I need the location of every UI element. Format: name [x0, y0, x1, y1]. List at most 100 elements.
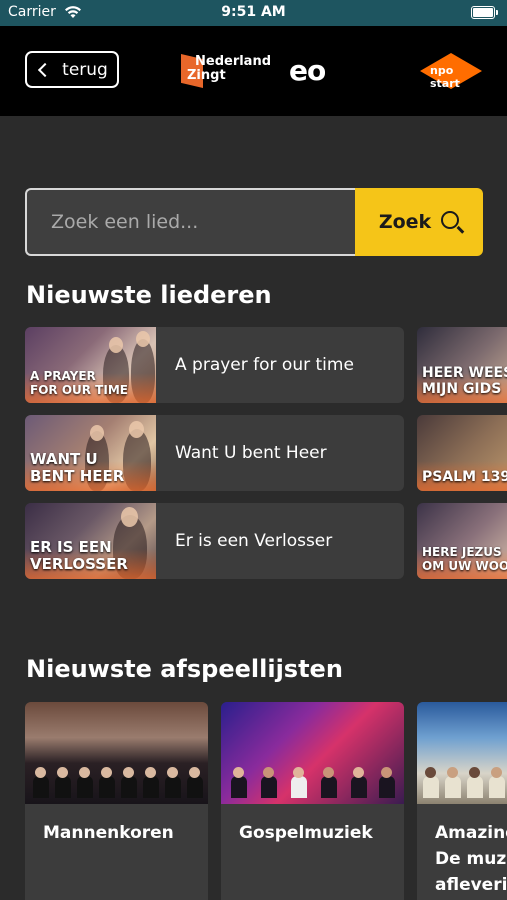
caption-line: VERLOSSER	[30, 555, 128, 573]
logo-line-2: Zingt	[187, 68, 226, 83]
playlists-section-title: Nieuwste afspeellijsten	[26, 655, 343, 683]
figure	[33, 776, 49, 798]
figure	[469, 767, 480, 778]
thumb-caption: HEER WEES MIJN GIDS	[422, 365, 507, 397]
playlist-card[interactable]: Gospelmuziek	[221, 702, 404, 900]
figure	[351, 776, 367, 798]
figure	[57, 767, 68, 778]
thumb-face	[136, 331, 150, 347]
figure	[425, 767, 436, 778]
search-button[interactable]: Zoek	[355, 188, 483, 256]
figure	[101, 767, 112, 778]
thumb-caption: ER IS EEN VERLOSSER	[30, 539, 128, 573]
song-title: A prayer for our time	[175, 355, 354, 375]
figure	[447, 767, 458, 778]
figure	[55, 776, 71, 798]
figure	[121, 776, 137, 798]
caption-line: OM UW WOO	[422, 559, 507, 573]
caption-line: A PRAYER	[30, 369, 96, 383]
figure	[79, 767, 90, 778]
songs-section-title: Nieuwste liederen	[26, 281, 272, 309]
thumb-caption: WANT U BENT HEER	[30, 451, 124, 485]
npo-logo-text: npo start	[430, 64, 460, 90]
song-card-peek[interactable]: PSALM 139	[417, 415, 507, 491]
chevron-left-icon	[38, 62, 53, 77]
caption-line: ER IS EEN	[30, 538, 112, 556]
thumb-caption: A PRAYER FOR OUR TIME	[30, 369, 128, 397]
logo-text: Nederland Zingt	[187, 55, 271, 83]
figure	[321, 776, 337, 798]
playlist-image	[25, 702, 208, 804]
figure	[165, 776, 181, 798]
playlist-title: Amazing De muzi afleverin	[435, 820, 507, 898]
thumb-face	[129, 421, 144, 438]
playlist-title: Gospelmuziek	[239, 823, 373, 843]
search-icon	[441, 211, 460, 229]
title-line: Amazing	[435, 823, 507, 843]
song-card[interactable]: WANT U BENT HEER Want U bent Heer	[25, 415, 404, 491]
song-card-peek[interactable]: HERE JEZUS OM UW WOO	[417, 503, 507, 579]
figure	[233, 767, 244, 778]
caption-line: BENT HEER	[30, 467, 125, 485]
figure	[491, 767, 502, 778]
figure	[143, 776, 159, 798]
eo-logo: eo	[289, 54, 326, 87]
status-bar: Carrier 9:51 AM	[0, 0, 507, 26]
title-line: afleverin	[435, 875, 507, 895]
figure	[423, 776, 439, 798]
caption-line: FOR OUR TIME	[30, 383, 128, 397]
thumb-caption: PSALM 139	[422, 469, 507, 485]
figure	[489, 776, 505, 798]
thumb-face	[121, 507, 138, 527]
playlist-card-peek[interactable]: Amazing De muzi afleverin	[417, 702, 507, 900]
thumb-face	[109, 337, 123, 353]
caption-line: HERE JEZUS	[422, 545, 502, 559]
logo-line-1: Nederland	[195, 54, 272, 69]
figure	[77, 776, 93, 798]
thumb-face	[90, 425, 104, 441]
choir-figures	[417, 758, 507, 798]
figure	[379, 776, 395, 798]
playlist-image	[221, 702, 404, 804]
figure	[445, 776, 461, 798]
figure	[189, 767, 200, 778]
caption-line: WANT U	[30, 450, 98, 468]
title-line: De muzi	[435, 849, 507, 869]
figure	[231, 776, 247, 798]
app-header: terug Nederland Zingt eo npo start	[0, 26, 507, 116]
figure	[187, 776, 203, 798]
playlist-card[interactable]: Mannenkoren	[25, 702, 208, 900]
figure	[353, 767, 364, 778]
clock: 9:51 AM	[221, 4, 286, 20]
choir-figures	[221, 758, 404, 798]
song-thumbnail: WANT U BENT HEER	[25, 415, 156, 491]
song-title: Er is een Verlosser	[175, 531, 333, 551]
thumb-caption: HERE JEZUS OM UW WOO	[422, 545, 507, 573]
back-label: terug	[62, 59, 108, 80]
figure	[467, 776, 483, 798]
search-input[interactable]: Zoek een lied...	[25, 188, 360, 256]
song-thumbnail: A PRAYER FOR OUR TIME	[25, 327, 156, 403]
nederland-zingt-logo: Nederland Zingt	[181, 52, 271, 92]
figure	[261, 776, 277, 798]
figure	[291, 776, 307, 798]
song-thumbnail: ER IS EEN VERLOSSER	[25, 503, 156, 579]
npo-start-logo[interactable]: npo start	[420, 50, 484, 92]
back-button[interactable]: terug	[25, 51, 119, 88]
playlist-title: Mannenkoren	[43, 823, 174, 843]
choir-figures	[25, 758, 208, 798]
caption-line: HEER WEES	[422, 365, 507, 381]
search-button-label: Zoek	[378, 211, 432, 233]
figure	[381, 767, 392, 778]
figure	[99, 776, 115, 798]
song-card[interactable]: A PRAYER FOR OUR TIME A prayer for our t…	[25, 327, 404, 403]
figure	[323, 767, 334, 778]
figure	[293, 767, 304, 778]
song-card[interactable]: ER IS EEN VERLOSSER Er is een Verlosser	[25, 503, 404, 579]
song-title: Want U bent Heer	[175, 443, 327, 463]
battery-icon	[471, 6, 498, 19]
figure	[35, 767, 46, 778]
song-card-peek[interactable]: HEER WEES MIJN GIDS	[417, 327, 507, 403]
playlist-image	[417, 702, 507, 804]
caption-line: MIJN GIDS	[422, 381, 502, 397]
